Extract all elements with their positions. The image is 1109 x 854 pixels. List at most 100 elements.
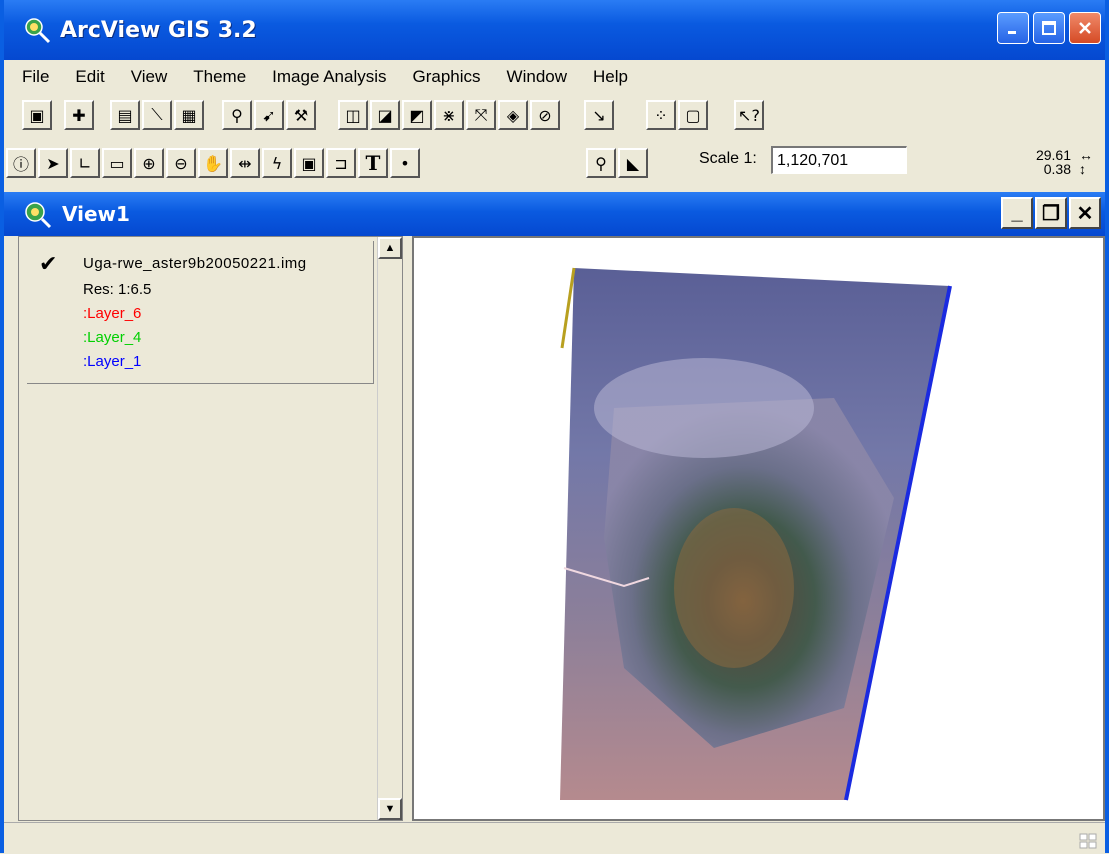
title-bar[interactable]: ArcView GIS 3.2: [4, 0, 1105, 60]
horizontal-arrow-icon: ↔: [1079, 147, 1093, 163]
band-green-label: :Layer_4: [83, 329, 142, 346]
maximize-icon: [1042, 21, 1056, 35]
help-button[interactable]: ↖?: [734, 100, 764, 130]
minimize-window-button[interactable]: [997, 12, 1029, 44]
coord-x: 29.61: [1035, 147, 1071, 163]
scroll-up-button[interactable]: ▲: [378, 237, 402, 259]
arcview-globe-icon: [25, 18, 51, 44]
open-theme-table-button[interactable]: ▦: [174, 100, 204, 130]
zoom-in-tool[interactable]: ⊕: [134, 148, 164, 178]
select-feature-icon: ▭: [109, 153, 125, 173]
layout-button[interactable]: ↘: [584, 100, 614, 130]
measure-icon: ⇹: [238, 153, 252, 173]
menu-bar: File Edit View Theme Image Analysis Grap…: [4, 60, 1105, 94]
save-icon: ▣: [29, 105, 45, 125]
locate-address-button[interactable]: ➹: [254, 100, 284, 130]
zoom-previous-button[interactable]: ◈: [498, 100, 528, 130]
pan-tool[interactable]: ✋: [198, 148, 228, 178]
zoom-to-pixel-tool[interactable]: ⚲: [586, 148, 616, 178]
image-edge-yellow: [560, 267, 576, 349]
hot-link-tool[interactable]: ϟ: [262, 148, 292, 178]
query-builder-icon: ⚒: [293, 105, 309, 125]
legend-scrollbar[interactable]: ▲ ▼: [377, 237, 402, 820]
coordinate-readout: 29.61 0.38: [1036, 148, 1071, 176]
zoom-to-full-extent-button[interactable]: ◫: [338, 100, 368, 130]
save-button[interactable]: ▣: [22, 100, 52, 130]
maximize-window-button[interactable]: [1033, 12, 1065, 44]
vertex-edit-tool[interactable]: ∟: [70, 148, 100, 178]
label-icon: ⊐: [334, 153, 348, 173]
close-icon: [1079, 22, 1091, 34]
scale-input[interactable]: [771, 146, 907, 174]
vertical-arrow-icon: ↕: [1079, 161, 1086, 177]
menu-view[interactable]: View: [131, 67, 168, 87]
draw-point-icon: •: [400, 153, 410, 173]
close-window-button[interactable]: [1069, 12, 1101, 44]
graphic-frame-button[interactable]: ▢: [678, 100, 708, 130]
rubber-band-icon: ◣: [626, 153, 640, 173]
minimize-icon: _: [1011, 201, 1023, 224]
edit-legend-button[interactable]: ⟍: [142, 100, 172, 130]
zoom-in-fixed-button[interactable]: ⋇: [434, 100, 464, 130]
zoom-to-pixel-icon: ⚲: [595, 153, 607, 173]
view-globe-icon: [25, 202, 52, 229]
status-bar: [4, 822, 1105, 854]
theme-properties-button[interactable]: ▤: [110, 100, 140, 130]
help-icon: ↖?: [738, 105, 760, 125]
window-title: ArcView GIS 3.2: [60, 17, 257, 43]
arrow-up-icon: ▲: [384, 242, 396, 254]
view-caption-buttons: _ ❐ ✕: [1001, 197, 1101, 229]
select-all-icon: ⁘: [654, 105, 668, 125]
vertex-edit-icon: ∟: [78, 153, 92, 173]
scroll-down-button[interactable]: ▼: [378, 798, 402, 820]
draw-point-tool[interactable]: •: [390, 148, 420, 178]
menu-file[interactable]: File: [22, 67, 49, 87]
zoom-out-fixed-button[interactable]: ⤧: [466, 100, 496, 130]
button-bar: ▣ ✚ ▤ ⟍ ▦ ⚲ ➹ ⚒ ◫ ◪ ◩ ⋇ ⤧ ◈ ⊘ ↘ ⁘ ▢ ↖?: [4, 96, 1105, 136]
area-of-interest-tool[interactable]: ▣: [294, 148, 324, 178]
size-grip-icon[interactable]: [1079, 833, 1097, 849]
hot-link-icon: ϟ: [271, 153, 283, 173]
view-close-button[interactable]: ✕: [1069, 197, 1101, 229]
theme-properties-icon: ▤: [117, 105, 133, 125]
menu-image-analysis[interactable]: Image Analysis: [272, 67, 386, 87]
theme-visible-checkbox[interactable]: ✔: [39, 251, 57, 277]
theme-legend-entry[interactable]: ✔ Uga-rwe_aster9b20050221.img Res: 1:6.5…: [27, 241, 374, 384]
zoom-to-full-extent-icon: ◫: [345, 105, 361, 125]
view-title-bar[interactable]: View1 _ ❐ ✕: [4, 192, 1105, 236]
locate-address-icon: ➹: [262, 105, 276, 125]
find-button[interactable]: ⚲: [222, 100, 252, 130]
query-builder-button[interactable]: ⚒: [286, 100, 316, 130]
edit-legend-icon: ⟍: [151, 105, 163, 124]
area-of-interest-icon: ▣: [301, 153, 317, 173]
rubber-band-tool[interactable]: ◣: [618, 148, 648, 178]
select-feature-tool[interactable]: ▭: [102, 148, 132, 178]
menu-graphics[interactable]: Graphics: [413, 67, 481, 87]
text-icon: T: [365, 151, 381, 175]
add-theme-button[interactable]: ✚: [64, 100, 94, 130]
map-display[interactable]: [412, 236, 1105, 821]
label-tool[interactable]: ⊐: [326, 148, 356, 178]
menu-theme[interactable]: Theme: [193, 67, 246, 87]
pointer-tool[interactable]: ➤: [38, 148, 68, 178]
menu-help[interactable]: Help: [593, 67, 628, 87]
measure-tool[interactable]: ⇹: [230, 148, 260, 178]
menu-window[interactable]: Window: [507, 67, 567, 87]
zoom-out-tool[interactable]: ⊖: [166, 148, 196, 178]
cloud-area: [594, 358, 814, 458]
band-blue-label: :Layer_1: [83, 353, 142, 370]
select-all-button[interactable]: ⁘: [646, 100, 676, 130]
coordinate-arrows: ↔ ↕: [1079, 148, 1093, 176]
view-minimize-button[interactable]: _: [1001, 197, 1033, 229]
band-red-label: :Layer_6: [83, 305, 142, 322]
graphic-frame-icon: ▢: [685, 105, 701, 125]
identify-tool[interactable]: ⓘ: [6, 148, 36, 178]
zoom-to-selected-button[interactable]: ◩: [402, 100, 432, 130]
theme-name: Uga-rwe_aster9b20050221.img: [83, 255, 307, 272]
text-tool[interactable]: T: [358, 148, 388, 178]
view-restore-button[interactable]: ❐: [1035, 197, 1067, 229]
zoom-to-active-themes-button[interactable]: ◪: [370, 100, 400, 130]
menu-edit[interactable]: Edit: [75, 67, 104, 87]
clear-selected-button[interactable]: ⊘: [530, 100, 560, 130]
tool-bar: ⓘ ➤ ∟ ▭ ⊕ ⊖ ✋ ⇹ ϟ ▣ ⊐ T • ⚲ ◣: [4, 144, 1105, 184]
